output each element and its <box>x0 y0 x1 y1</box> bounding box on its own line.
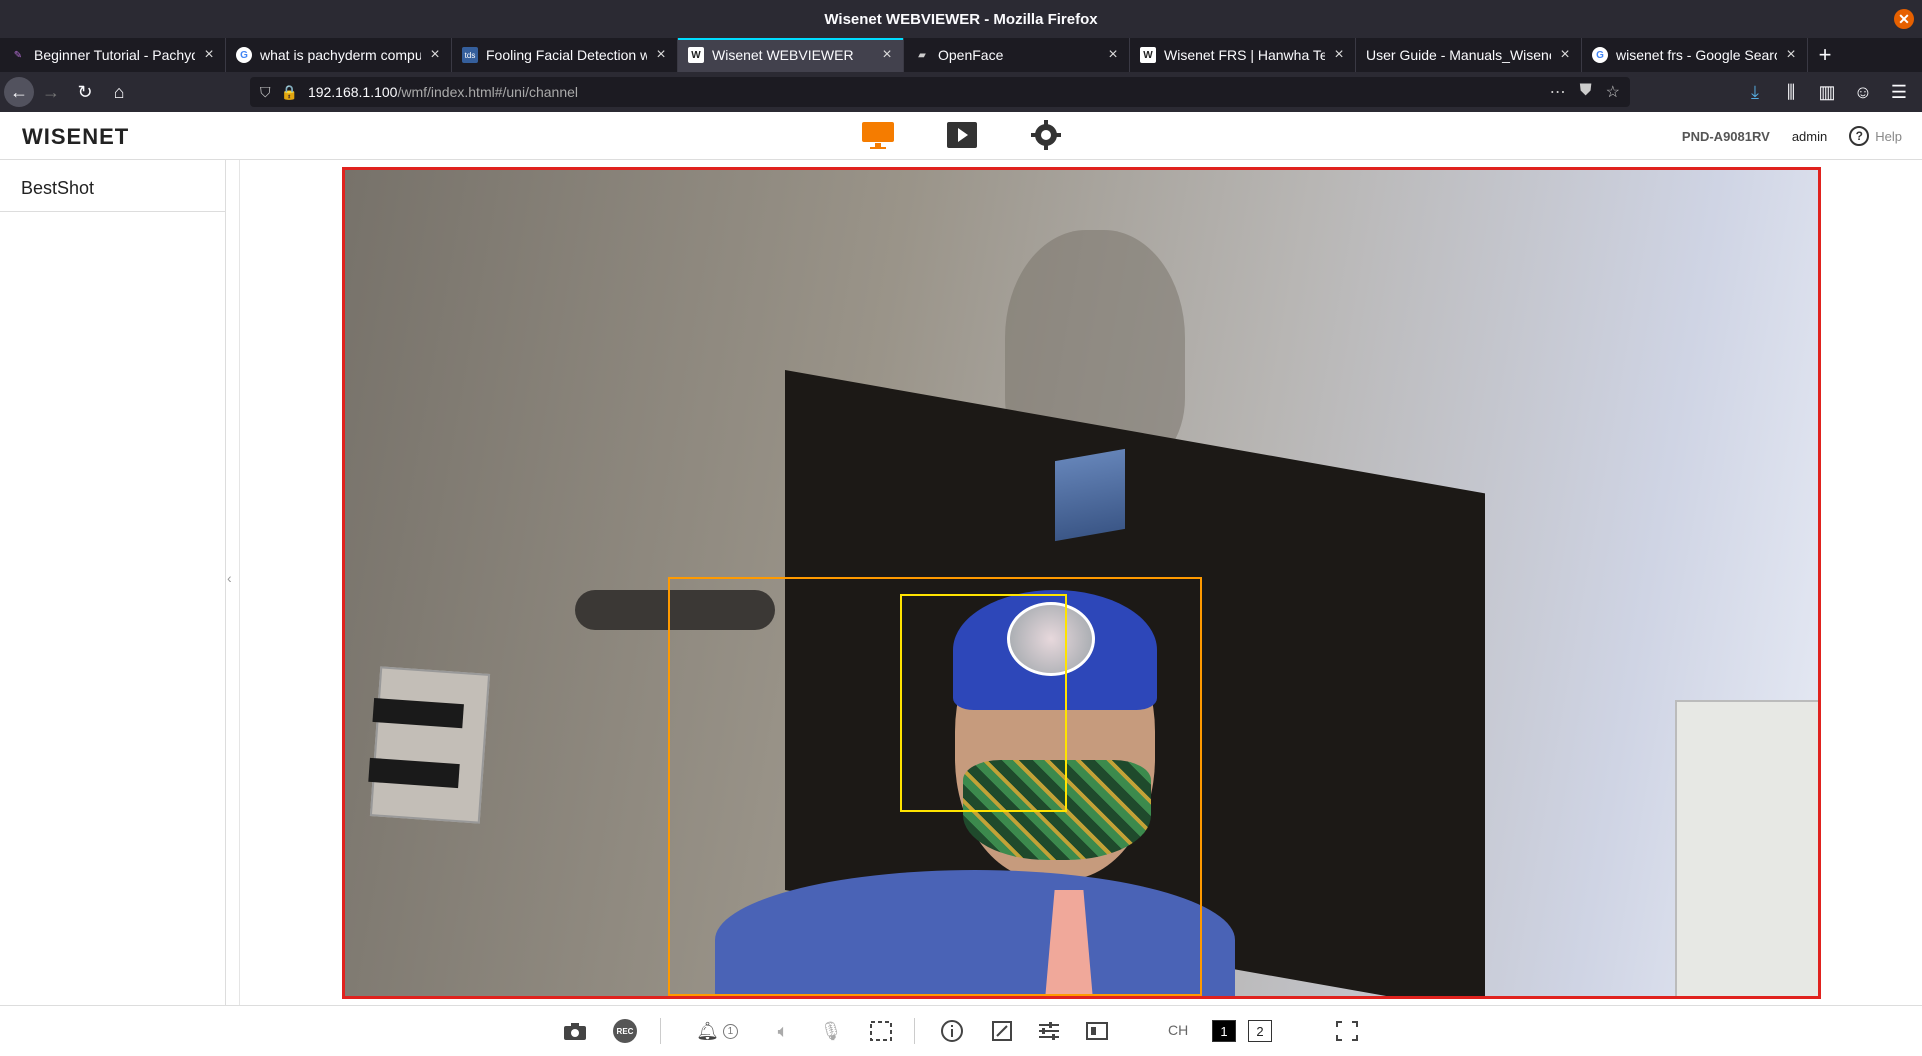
record-button[interactable]: REC <box>610 1016 640 1046</box>
sidebar-title: BestShot <box>0 160 225 212</box>
bookmark-star-icon[interactable]: ☆ <box>1606 82 1620 102</box>
fit-screen-icon[interactable] <box>987 1016 1017 1046</box>
mode-switcher <box>860 118 1064 152</box>
speaker-icon[interactable]: 🔈︎ <box>768 1016 798 1046</box>
digital-zoom-area-icon[interactable] <box>866 1016 896 1046</box>
wisenet-logo: WISENET <box>22 124 130 149</box>
app-header: WISENET PND-A9081RV admin ? Help <box>0 112 1922 160</box>
user-name[interactable]: admin <box>1792 129 1827 144</box>
help-button[interactable]: ? Help <box>1849 126 1902 146</box>
url-path: /wmf/index.html#/uni/channel <box>397 84 579 100</box>
live-video-viewer[interactable] <box>342 167 1821 999</box>
layout-split-icon[interactable] <box>1082 1016 1112 1046</box>
help-icon: ? <box>1849 126 1870 146</box>
google-favicon-icon: G <box>1592 47 1608 63</box>
menu-icon[interactable]: ☰ <box>1884 75 1914 109</box>
live-monitor-icon[interactable] <box>860 118 896 152</box>
wisenet-favicon-icon: W <box>1140 47 1156 63</box>
openface-favicon-icon: ▰ <box>918 49 926 61</box>
channel-1-button[interactable]: 1 <box>1212 1020 1236 1042</box>
pocket-icon[interactable]: ⛊ <box>1580 82 1592 102</box>
mic-mute-icon[interactable]: 🎙︎ <box>816 1016 846 1046</box>
image-adjust-sliders-icon[interactable] <box>1034 1016 1064 1046</box>
tab-pachyderm-tutorial[interactable]: ✎ Beginner Tutorial - Pachyderm × <box>0 38 226 72</box>
tv-reflection <box>1055 448 1125 542</box>
sidebar-toggle-icon[interactable]: ▥ <box>1812 75 1842 109</box>
tab-wisenet-frs[interactable]: W Wisenet FRS | Hanwha Tech × <box>1130 38 1356 72</box>
tab-wisenet-webviewer[interactable]: W Wisenet WEBVIEWER × <box>678 38 904 72</box>
downloads-icon[interactable]: ⤓ <box>1740 75 1770 109</box>
tab-close-icon[interactable]: × <box>879 46 895 63</box>
tab-label: User Guide - Manuals_Wisenet <box>1366 47 1551 63</box>
tab-close-icon[interactable]: × <box>1331 46 1347 63</box>
tab-openface[interactable]: ▰ OpenFace × <box>904 38 1130 72</box>
settings-gear-icon[interactable] <box>1028 118 1064 152</box>
url-bar[interactable]: ⛉ 🔒 192.168.1.100/wmf/index.html#/uni/ch… <box>250 77 1630 107</box>
url-host: 192.168.1.100 <box>307 84 398 100</box>
fullscreen-icon[interactable] <box>1332 1016 1362 1046</box>
bell-icon: 🔔︎ <box>696 1020 719 1041</box>
tab-close-icon[interactable]: × <box>201 46 217 63</box>
tds-favicon-icon: tds <box>462 47 478 63</box>
window-close-button[interactable]: ✕ <box>1894 9 1914 29</box>
wall-plaque <box>368 666 491 824</box>
face-detection-box <box>900 594 1067 812</box>
tab-fooling-facial-detection[interactable]: tds Fooling Facial Detection with × <box>452 38 678 72</box>
tab-google-pachyderm[interactable]: G what is pachyderm computing × <box>226 38 452 72</box>
tab-close-icon[interactable]: × <box>427 46 443 63</box>
info-icon[interactable] <box>937 1016 967 1046</box>
tab-label: Fooling Facial Detection with <box>486 47 647 63</box>
whiteboard <box>1675 700 1818 996</box>
window-title: Wisenet WEBVIEWER - Mozilla Firefox <box>824 10 1098 28</box>
tab-close-icon[interactable]: × <box>1783 46 1799 63</box>
channel-2-button[interactable]: 2 <box>1248 1020 1272 1042</box>
tab-close-icon[interactable]: × <box>1105 46 1121 63</box>
tab-close-icon[interactable]: × <box>1557 46 1573 63</box>
forward-icon[interactable]: → <box>34 75 68 109</box>
alarm-count: 1 <box>722 1023 738 1039</box>
tab-strip: ✎ Beginner Tutorial - Pachyderm × G what… <box>0 38 1922 72</box>
tab-close-icon[interactable]: × <box>653 46 669 63</box>
help-label: Help <box>1875 128 1902 144</box>
home-icon[interactable]: ⌂ <box>102 75 136 109</box>
viewer-control-bar: REC 🔔︎ 1 🔈︎ 🎙︎ CH 1 2 <box>0 1005 1922 1055</box>
tab-label: what is pachyderm computing <box>260 47 421 63</box>
google-favicon-icon: G <box>236 47 252 63</box>
pachyderm-favicon-icon: ✎ <box>13 49 23 61</box>
browser-navbar: ← → ↻ ⌂ ⛉ 🔒 192.168.1.100/wmf/index.html… <box>0 72 1922 112</box>
sidebar-collapse-handle[interactable]: ‹ <box>226 160 240 1005</box>
insecure-lock-icon[interactable]: 🔒 <box>281 84 298 101</box>
account-icon[interactable]: ☺ <box>1848 75 1878 109</box>
tab-label: Wisenet FRS | Hanwha Tech <box>1164 47 1325 63</box>
tab-label: OpenFace <box>938 47 1004 63</box>
tab-google-wisenet-frs[interactable]: G wisenet frs - Google Search × <box>1582 38 1808 72</box>
back-icon[interactable]: ← <box>4 77 34 107</box>
tab-label: wisenet frs - Google Search <box>1616 47 1777 63</box>
bestshot-sidebar: BestShot <box>0 160 226 1005</box>
alarm-bell-button[interactable]: 🔔︎ 1 <box>692 1016 742 1046</box>
more-actions-icon[interactable]: ⋯ <box>1550 82 1566 102</box>
reload-icon[interactable]: ↻ <box>68 75 102 109</box>
new-tab-button[interactable]: + <box>1808 38 1842 72</box>
window-titlebar: Wisenet WEBVIEWER - Mozilla Firefox ✕ <box>0 0 1922 38</box>
library-icon[interactable]: ⫼ <box>1776 75 1806 109</box>
channel-label: CH <box>1168 1022 1189 1038</box>
camera-model: PND-A9081RV <box>1681 128 1770 144</box>
tab-user-guide[interactable]: User Guide - Manuals_Wisenet × <box>1356 38 1582 72</box>
shield-icon[interactable]: ⛉ <box>260 84 271 101</box>
snapshot-camera-icon[interactable] <box>560 1016 590 1046</box>
playback-icon[interactable] <box>944 118 980 152</box>
rec-icon: REC <box>613 1019 637 1043</box>
tab-label: Wisenet WEBVIEWER <box>712 47 854 63</box>
wisenet-favicon-icon: W <box>688 47 704 63</box>
chevron-left-icon[interactable]: ‹ <box>227 570 232 586</box>
tab-label: Beginner Tutorial - Pachyderm <box>34 47 195 63</box>
